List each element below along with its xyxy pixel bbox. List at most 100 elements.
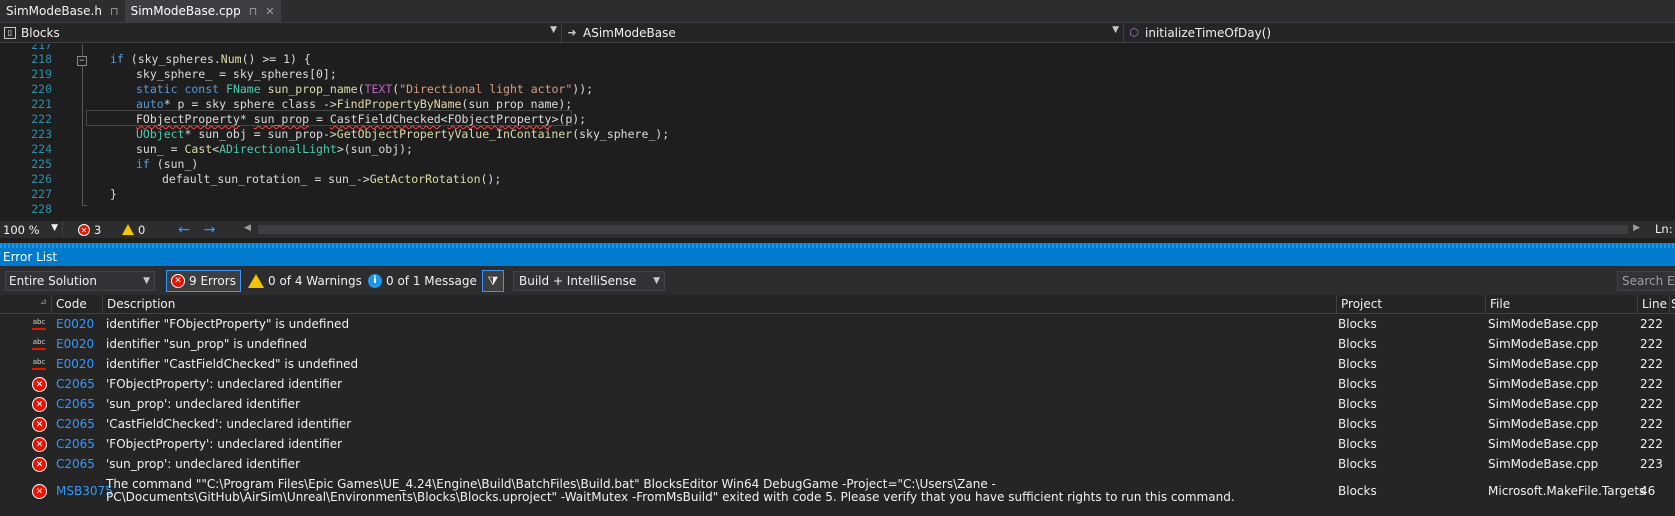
column-suppression[interactable]: S [1669, 295, 1675, 314]
table-row[interactable]: ✕ C2065 'FObjectProperty': undeclared id… [0, 375, 1675, 394]
class-dropdown[interactable]: ➜ ASimModeBase ▼ [562, 23, 1124, 42]
column-project[interactable]: Project [1336, 295, 1485, 314]
arrow-left-icon[interactable]: ← [178, 222, 190, 238]
error-file: SimModeBase.cpp [1488, 377, 1599, 391]
warnings-filter-button[interactable]: 0 of 4 Warnings [244, 270, 366, 292]
error-line: 46 [1640, 484, 1656, 498]
error-code[interactable]: MSB3075 [56, 482, 113, 501]
project-dropdown[interactable]: ▯ Blocks ▼ [0, 23, 562, 42]
error-file: SimModeBase.cpp [1488, 457, 1599, 471]
project-name: Blocks [21, 25, 60, 40]
horizontal-scrollbar[interactable]: ◀ ▶ [244, 223, 1640, 234]
scroll-left-icon[interactable]: ◀ [244, 223, 251, 233]
member-dropdown[interactable]: ⬡ initializeTimeOfDay() [1124, 23, 1675, 42]
tab-label: SimModeBase.h [6, 4, 102, 18]
error-description: 'sun_prop': undeclared identifier [106, 457, 300, 471]
messages-filter-label: 0 of 1 Message [386, 274, 477, 288]
error-project: Blocks [1338, 317, 1377, 331]
error-table: ⊿ Code Description Project File Line S a… [0, 295, 1675, 516]
error-code[interactable]: E0020 [56, 355, 94, 374]
line-number: 220 [31, 82, 52, 96]
column-line[interactable]: Line [1637, 295, 1669, 314]
error-project: Blocks [1338, 457, 1377, 471]
error-code[interactable]: C2065 [56, 415, 95, 434]
table-row[interactable]: abc E0020 identifier "FObjectProperty" i… [0, 315, 1675, 334]
divider [62, 221, 78, 238]
filter-funnel-icon[interactable]: ⧩ [482, 270, 504, 292]
error-file: SimModeBase.cpp [1488, 317, 1599, 331]
search-input[interactable]: Search Error List [1617, 271, 1675, 291]
line-number: 228 [31, 202, 52, 216]
error-code[interactable]: E0020 [56, 315, 94, 334]
code-line-227: } [110, 187, 117, 201]
error-code[interactable]: C2065 [56, 435, 95, 454]
error-line: 222 [1640, 337, 1663, 351]
error-file: Microsoft.MakeFile.Targets [1488, 484, 1646, 498]
tab-simmodebase-cpp[interactable]: SimModeBase.cpp ⊓ ✕ [124, 0, 281, 22]
line-number: 225 [31, 157, 52, 171]
error-description: 'CastFieldChecked': undeclared identifie… [106, 417, 352, 431]
error-icon[interactable]: ✕ [78, 223, 90, 236]
error-icon: ✕ [32, 484, 47, 499]
warning-icon [248, 274, 264, 288]
table-row[interactable]: abc E0020 identifier "sun_prop" is undef… [0, 335, 1675, 354]
scope-dropdown[interactable]: Entire Solution ▼ [5, 271, 155, 291]
editor-status-bar: 100 % ▼ ✕ 3 0 ← → ◀ ▶ Ln: [0, 221, 1675, 238]
outline-guide [82, 44, 83, 56]
line-number: 221 [31, 97, 52, 111]
error-project: Blocks [1338, 357, 1377, 371]
warning-count: 0 [138, 222, 146, 237]
error-description: identifier "CastFieldChecked" is undefin… [106, 357, 359, 371]
error-line: 222 [1640, 397, 1663, 411]
scope-value: Entire Solution [9, 274, 97, 288]
line-number-gutter: 217 218 219 220 221 222 223 224 225 226 … [0, 44, 80, 221]
column-code[interactable]: Code [51, 295, 102, 314]
error-code[interactable]: E0020 [56, 335, 94, 354]
arrow-right-icon[interactable]: → [204, 222, 216, 238]
table-row[interactable]: ✕ C2065 'sun_prop': undeclared identifie… [0, 395, 1675, 414]
table-header: ⊿ Code Description Project File Line S [0, 295, 1675, 314]
chevron-down-icon: ▼ [51, 222, 58, 233]
column-file[interactable]: File [1485, 295, 1637, 314]
error-description: 'FObjectProperty': undeclared identifier [106, 437, 343, 451]
close-icon[interactable]: ✕ [265, 5, 274, 18]
build-filter-dropdown[interactable]: Build + IntelliSense ▼ [513, 271, 665, 291]
line-number: 218 [31, 52, 52, 66]
error-code[interactable]: C2065 [56, 375, 95, 394]
member-name: initializeTimeOfDay() [1145, 25, 1272, 40]
line-number: 222 [31, 112, 52, 126]
tab-simmodebase-h[interactable]: SimModeBase.h ⊓ [0, 0, 125, 22]
zoom-dropdown[interactable]: 100 % ▼ [0, 223, 62, 237]
error-description: The command ""C:\Program Files\Epic Game… [106, 477, 1235, 504]
error-code[interactable]: C2065 [56, 395, 95, 414]
intellisense-error-icon: abc [32, 338, 46, 350]
error-file: SimModeBase.cpp [1488, 417, 1599, 431]
sort-icon[interactable]: ⊿ [40, 297, 47, 306]
code-line-225: if (sun_) [136, 157, 199, 171]
table-row[interactable]: ✕ C2065 'FObjectProperty': undeclared id… [0, 435, 1675, 454]
errors-filter-button[interactable]: ✕ 9 Errors [166, 270, 241, 292]
messages-filter-button[interactable]: i 0 of 1 Message [364, 270, 481, 292]
column-description[interactable]: Description [102, 295, 1336, 314]
warning-icon[interactable] [122, 224, 134, 235]
table-row[interactable]: ✕ C2065 'CastFieldChecked': undeclared i… [0, 415, 1675, 434]
code-line-218: if (sky_spheres.Num() >= 1) { [110, 52, 311, 66]
error-description: 'FObjectProperty': undeclared identifier [106, 377, 343, 391]
error-line: 223 [1640, 457, 1663, 471]
pin-icon[interactable]: ⊓ [110, 5, 119, 18]
line-number: 223 [31, 127, 52, 141]
error-line: 222 [1640, 357, 1663, 371]
error-code[interactable]: C2065 [56, 455, 95, 474]
table-row[interactable]: ✕ MSB3075 The command ""C:\Program Files… [0, 475, 1675, 509]
line-indicator: Ln: [1655, 222, 1673, 236]
table-row[interactable]: abc E0020 identifier "CastFieldChecked" … [0, 355, 1675, 374]
error-description: identifier "FObjectProperty" is undefine… [106, 317, 350, 331]
scroll-right-icon[interactable]: ▶ [1633, 223, 1640, 233]
error-line: 222 [1640, 317, 1663, 331]
code-editor[interactable]: 217 218 219 220 221 222 223 224 225 226 … [0, 44, 1675, 221]
outline-guide [82, 66, 83, 206]
pin-icon[interactable]: ⊓ [249, 5, 258, 18]
collapse-icon[interactable]: − [77, 56, 87, 66]
table-row[interactable]: ✕ C2065 'sun_prop': undeclared identifie… [0, 455, 1675, 474]
code-line-223: UObject* sun_obj = sun_prop->GetObjectPr… [136, 127, 670, 141]
